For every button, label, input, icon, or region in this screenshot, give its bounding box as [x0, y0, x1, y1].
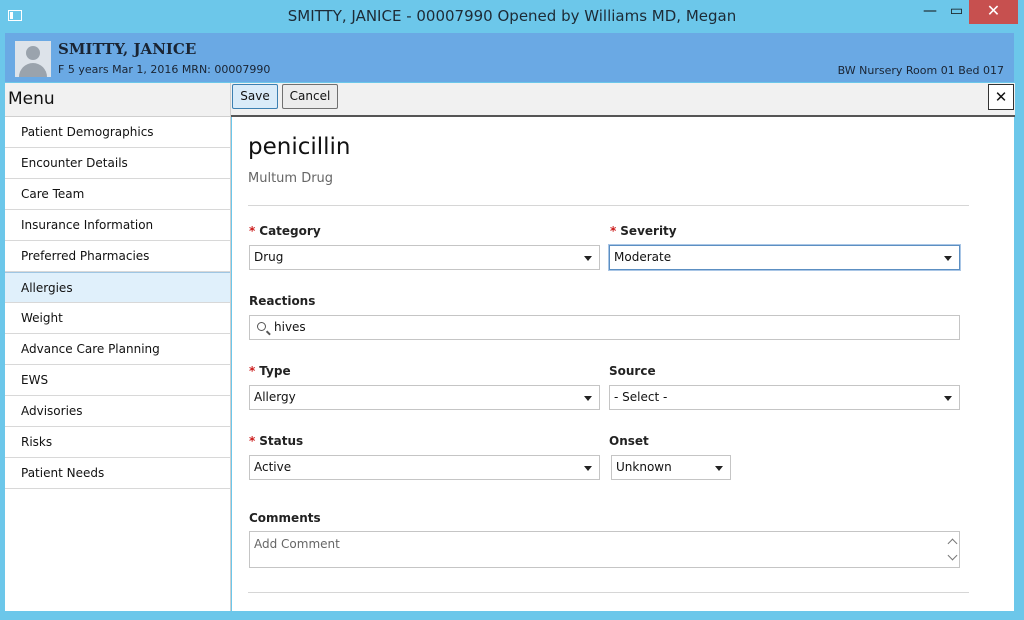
source-label: Source	[609, 364, 656, 378]
sidebar-menu: Menu Patient Demographics Encounter Deta…	[5, 83, 231, 611]
close-pane-button[interactable]: ✕	[988, 84, 1014, 110]
sidebar-item-care-team[interactable]: Care Team	[5, 179, 230, 210]
maximize-button[interactable]: ▭	[943, 0, 970, 24]
avatar-body-icon	[19, 63, 47, 77]
chevron-down-icon	[584, 396, 592, 401]
sidebar-item-advance-care-planning[interactable]: Advance Care Planning	[5, 334, 230, 365]
patient-location: BW Nursery Room 01 Bed 017	[837, 64, 1004, 77]
form-toolbar: Save Cancel ✕	[231, 83, 1015, 117]
sidebar-item-weight[interactable]: Weight	[5, 303, 230, 334]
status-label-text: Status	[259, 434, 304, 448]
menu-header: Menu	[5, 83, 230, 117]
required-marker: *	[249, 224, 256, 238]
comments-placeholder: Add Comment	[254, 537, 340, 551]
sidebar-item-insurance-information[interactable]: Insurance Information	[5, 210, 230, 241]
chevron-down-icon	[944, 256, 952, 261]
status-value: Active	[254, 460, 292, 474]
sidebar-item-allergies[interactable]: Allergies	[5, 272, 230, 303]
window-title: SMITTY, JANICE - 00007990 Opened by Will…	[287, 7, 737, 25]
scroll-down-icon[interactable]	[947, 550, 958, 561]
comments-label: Comments	[249, 511, 321, 525]
source-value: - Select -	[614, 390, 668, 404]
window-close-button[interactable]: ✕	[969, 0, 1018, 24]
onset-value: Unknown	[616, 460, 672, 474]
chevron-down-icon	[584, 466, 592, 471]
window-bottom-border	[0, 611, 1024, 620]
window-titlebar[interactable]: SMITTY, JANICE - 00007990 Opened by Will…	[0, 0, 1024, 33]
reactions-search-input[interactable]: hives	[249, 315, 960, 340]
status-label: * Status	[249, 434, 303, 448]
chevron-down-icon	[715, 466, 723, 471]
allergy-name: penicillin	[248, 134, 351, 160]
avatar	[15, 41, 51, 77]
allergy-form: penicillin Multum Drug * Category Drug * S…	[232, 117, 1014, 611]
onset-select[interactable]: Unknown	[611, 455, 731, 480]
reactions-value: hives	[274, 320, 306, 334]
save-button[interactable]: Save	[232, 84, 278, 109]
comments-textarea[interactable]: Add Comment	[249, 531, 960, 568]
patient-name: SMITTY, JANICE	[58, 40, 197, 58]
allergy-source-subtitle: Multum Drug	[248, 171, 334, 186]
search-icon	[257, 322, 266, 331]
menu-title: Menu	[8, 89, 55, 109]
onset-label: Onset	[609, 434, 649, 448]
severity-label-text: Severity	[620, 224, 677, 238]
type-value: Allergy	[254, 390, 296, 404]
category-value: Drug	[254, 250, 284, 264]
status-select[interactable]: Active	[249, 455, 600, 480]
chevron-down-icon	[584, 256, 592, 261]
severity-select[interactable]: Moderate	[609, 245, 960, 270]
divider	[248, 592, 969, 593]
sidebar-item-advisories[interactable]: Advisories	[5, 396, 230, 427]
type-label: * Type	[249, 364, 291, 378]
divider	[248, 205, 969, 206]
sidebar-item-encounter-details[interactable]: Encounter Details	[5, 148, 230, 179]
chevron-down-icon	[944, 396, 952, 401]
required-marker: *	[249, 364, 256, 378]
source-select[interactable]: - Select -	[609, 385, 960, 410]
required-marker: *	[610, 224, 617, 238]
sidebar-item-ews[interactable]: EWS	[5, 365, 230, 396]
cancel-button[interactable]: Cancel	[282, 84, 338, 109]
severity-value: Moderate	[614, 250, 672, 264]
reactions-label: Reactions	[249, 294, 316, 308]
sidebar-item-patient-demographics[interactable]: Patient Demographics	[5, 117, 230, 148]
required-marker: *	[249, 434, 256, 448]
category-label-text: Category	[259, 224, 321, 238]
avatar-head-icon	[26, 46, 40, 60]
category-select[interactable]: Drug	[249, 245, 600, 270]
sidebar-item-risks[interactable]: Risks	[5, 427, 230, 458]
type-label-text: Type	[259, 364, 291, 378]
patient-banner: SMITTY, JANICE F 5 years Mar 1, 2016 MRN…	[5, 33, 1014, 82]
minimize-button[interactable]: —	[915, 0, 945, 24]
sidebar-item-patient-needs[interactable]: Patient Needs	[5, 458, 230, 489]
type-select[interactable]: Allergy	[249, 385, 600, 410]
patient-info: F 5 years Mar 1, 2016 MRN: 00007990	[58, 63, 271, 76]
category-label: * Category	[249, 224, 321, 238]
sidebar-item-preferred-pharmacies[interactable]: Preferred Pharmacies	[5, 241, 230, 272]
scroll-up-icon[interactable]	[947, 538, 958, 549]
severity-label: * Severity	[610, 224, 677, 238]
